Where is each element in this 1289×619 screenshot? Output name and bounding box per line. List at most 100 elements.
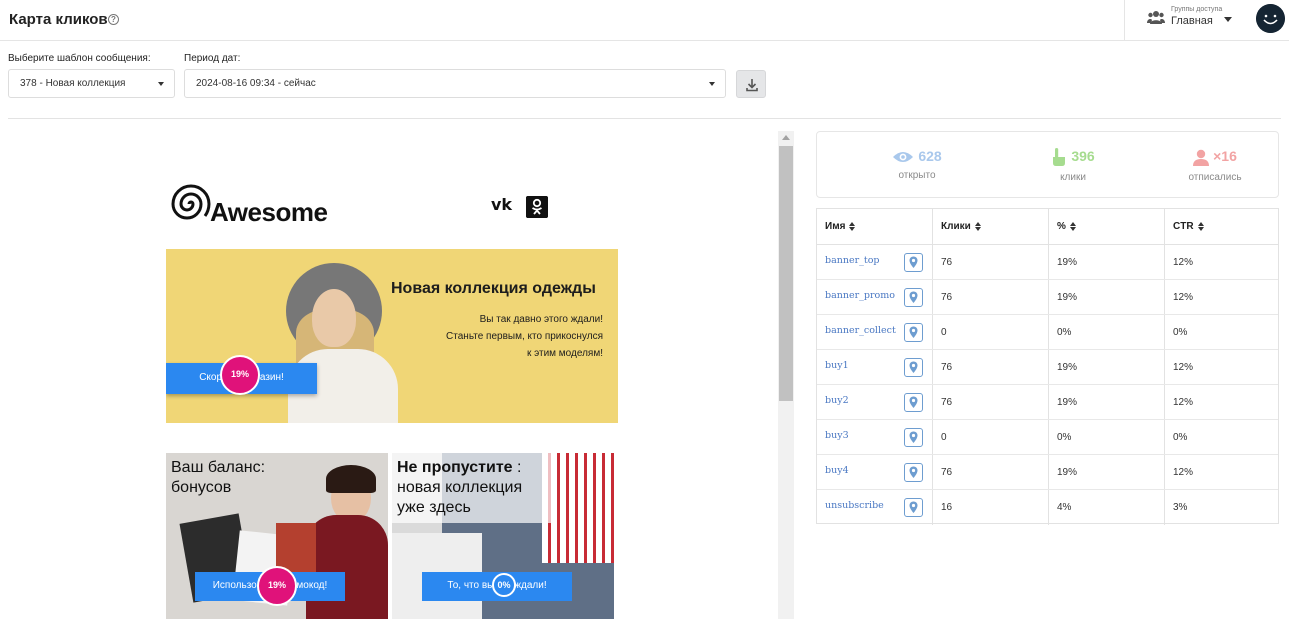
hero-subtitle-line: Станьте первым, кто прикоснулся <box>446 331 603 342</box>
stat-clicks-label: клики <box>1060 172 1086 184</box>
ctr-cell: 12% <box>1173 257 1194 268</box>
map-pin-icon <box>909 326 918 338</box>
ctr-cell: 12% <box>1173 362 1194 373</box>
clicks-cell: 0 <box>941 432 947 443</box>
template-label: Выберите шаблон сообщения: <box>8 53 151 64</box>
column-header-label: Клики <box>941 221 971 232</box>
clicks-cell: 76 <box>941 362 953 373</box>
clicks-table: Имя Клики % CTR banner_top 76 19% 12% banner… <box>816 208 1279 525</box>
hero-subtitle: Вы так давно этого ждали! Станьте первым… <box>446 311 603 362</box>
chevron-down-icon[interactable] <box>1224 17 1232 22</box>
percent-cell: 19% <box>1057 397 1078 408</box>
column-header-clicks[interactable]: Клики <box>933 209 1049 245</box>
promo-card-right-line: уже здесь <box>397 499 471 516</box>
sort-icon[interactable] <box>1069 221 1076 231</box>
element-name-link[interactable]: unsubscribe <box>825 500 884 511</box>
column-header-name[interactable]: Имя <box>817 209 933 245</box>
element-name-link[interactable]: buy3 <box>825 430 849 441</box>
percent-cell: 4% <box>1057 502 1072 513</box>
promo-card-left-line: бонусов <box>171 479 232 496</box>
model-hair-shape <box>326 465 376 493</box>
locate-element-button[interactable] <box>904 253 923 272</box>
hero-subtitle-line: к этим моделям! <box>526 348 603 359</box>
ctr-cell: 3% <box>1173 502 1188 513</box>
locate-element-button[interactable] <box>904 428 923 447</box>
promo-card-right-line: новая коллекция <box>397 479 523 496</box>
email-preview: Awesome vk Новая коллекция одежды Вы так… <box>166 181 618 619</box>
column-header-percent[interactable]: % <box>1049 209 1165 245</box>
access-group-caption: Группы доступа <box>1171 6 1223 13</box>
stat-clicks: 396 клики <box>1013 148 1133 183</box>
vk-icon[interactable]: vk <box>491 195 512 214</box>
odnoklassniki-icon[interactable] <box>526 196 548 218</box>
stat-unsubscribed-value: ×16 <box>1213 148 1237 164</box>
avatar[interactable] <box>1256 4 1285 33</box>
stat-opened-label: открыто <box>898 170 936 182</box>
chevron-down-icon <box>709 82 715 86</box>
brand-logo-text: Awesome <box>210 197 328 227</box>
percent-cell: 19% <box>1057 257 1078 268</box>
element-name-link[interactable]: banner_promo <box>825 290 895 301</box>
element-name-link[interactable]: banner_collect <box>825 325 896 336</box>
ctr-cell: 12% <box>1173 292 1194 303</box>
element-name-link[interactable]: buy4 <box>825 465 849 476</box>
percent-cell: 0% <box>1057 432 1072 443</box>
clicks-cell: 76 <box>941 467 953 478</box>
promo-card-left-text: Ваш баланс: бонусов <box>171 458 265 498</box>
table-row: banner_promo 76 19% 12% <box>817 280 1278 315</box>
locate-element-button[interactable] <box>904 358 923 377</box>
map-pin-icon <box>909 431 918 443</box>
template-select-value: 378 - Новая коллекция <box>20 78 126 89</box>
locate-element-button[interactable] <box>904 393 923 412</box>
locate-element-button[interactable] <box>904 288 923 307</box>
locate-element-button[interactable] <box>904 323 923 342</box>
promo-card-right-text: Не пропустите : новая коллекция уже здес… <box>397 458 522 518</box>
period-select[interactable]: 2024-08-16 09:34 - сейчас <box>184 69 726 98</box>
stat-opened: 628 открыто <box>857 148 977 181</box>
chevron-down-icon <box>158 82 164 86</box>
user-remove-icon <box>1193 149 1210 166</box>
stat-clicks-value: 396 <box>1071 148 1095 164</box>
table-row: buy2 76 19% 12% <box>817 385 1278 420</box>
page-title: Карта кликов <box>9 11 108 28</box>
access-group-select[interactable]: Главная <box>1171 15 1213 27</box>
sort-icon[interactable] <box>1197 221 1204 231</box>
column-header-label: CTR <box>1173 221 1194 232</box>
download-button[interactable] <box>736 70 766 98</box>
locate-element-button[interactable] <box>904 463 923 482</box>
ctr-cell: 0% <box>1173 432 1188 443</box>
promo-card-right-bold: Не пропустите <box>397 459 513 476</box>
sort-icon[interactable] <box>849 221 856 231</box>
table-row: banner_top 76 19% 12% <box>817 245 1278 280</box>
period-label: Период дат: <box>184 53 241 64</box>
percent-cell: 0% <box>1057 327 1072 338</box>
hero-face-shape <box>312 289 356 347</box>
element-name-link[interactable]: buy2 <box>825 395 849 406</box>
percent-cell: 19% <box>1057 292 1078 303</box>
striped-shirt-shape <box>542 453 614 563</box>
preview-scrollbar-thumb[interactable] <box>779 146 793 401</box>
period-select-value: 2024-08-16 09:34 - сейчас <box>196 78 316 89</box>
hero-banner[interactable]: Новая коллекция одежды Вы так давно этог… <box>166 249 618 423</box>
column-header-ctr[interactable]: CTR <box>1165 209 1279 245</box>
click-rate-badge: 19% <box>257 566 297 606</box>
clicks-cell: 76 <box>941 292 953 303</box>
element-name-link[interactable]: banner_top <box>825 255 880 266</box>
spiral-logo-icon <box>171 184 211 220</box>
table-row: buy3 0 0% 0% <box>817 420 1278 455</box>
promo-card-left-line: Ваш баланс: <box>171 459 266 476</box>
element-name-link[interactable]: buy1 <box>825 360 849 371</box>
sort-icon[interactable] <box>974 221 981 231</box>
help-icon[interactable]: ? <box>108 14 119 25</box>
model-coat-shape <box>306 515 388 619</box>
eye-icon <box>893 152 914 163</box>
table-row: banner_collect 0 0% 0% <box>817 315 1278 350</box>
locate-element-button[interactable] <box>904 498 923 517</box>
clicks-cell: 76 <box>941 257 953 268</box>
table-row: buy4 76 19% 12% <box>817 455 1278 490</box>
column-header-label: % <box>1057 221 1066 232</box>
top-bar: Карта кликов ? Группы доступа Главная <box>0 0 1289 41</box>
pointer-hand-icon <box>1053 148 1066 167</box>
scroll-up-arrow-icon[interactable] <box>782 135 790 140</box>
template-select[interactable]: 378 - Новая коллекция <box>8 69 175 98</box>
